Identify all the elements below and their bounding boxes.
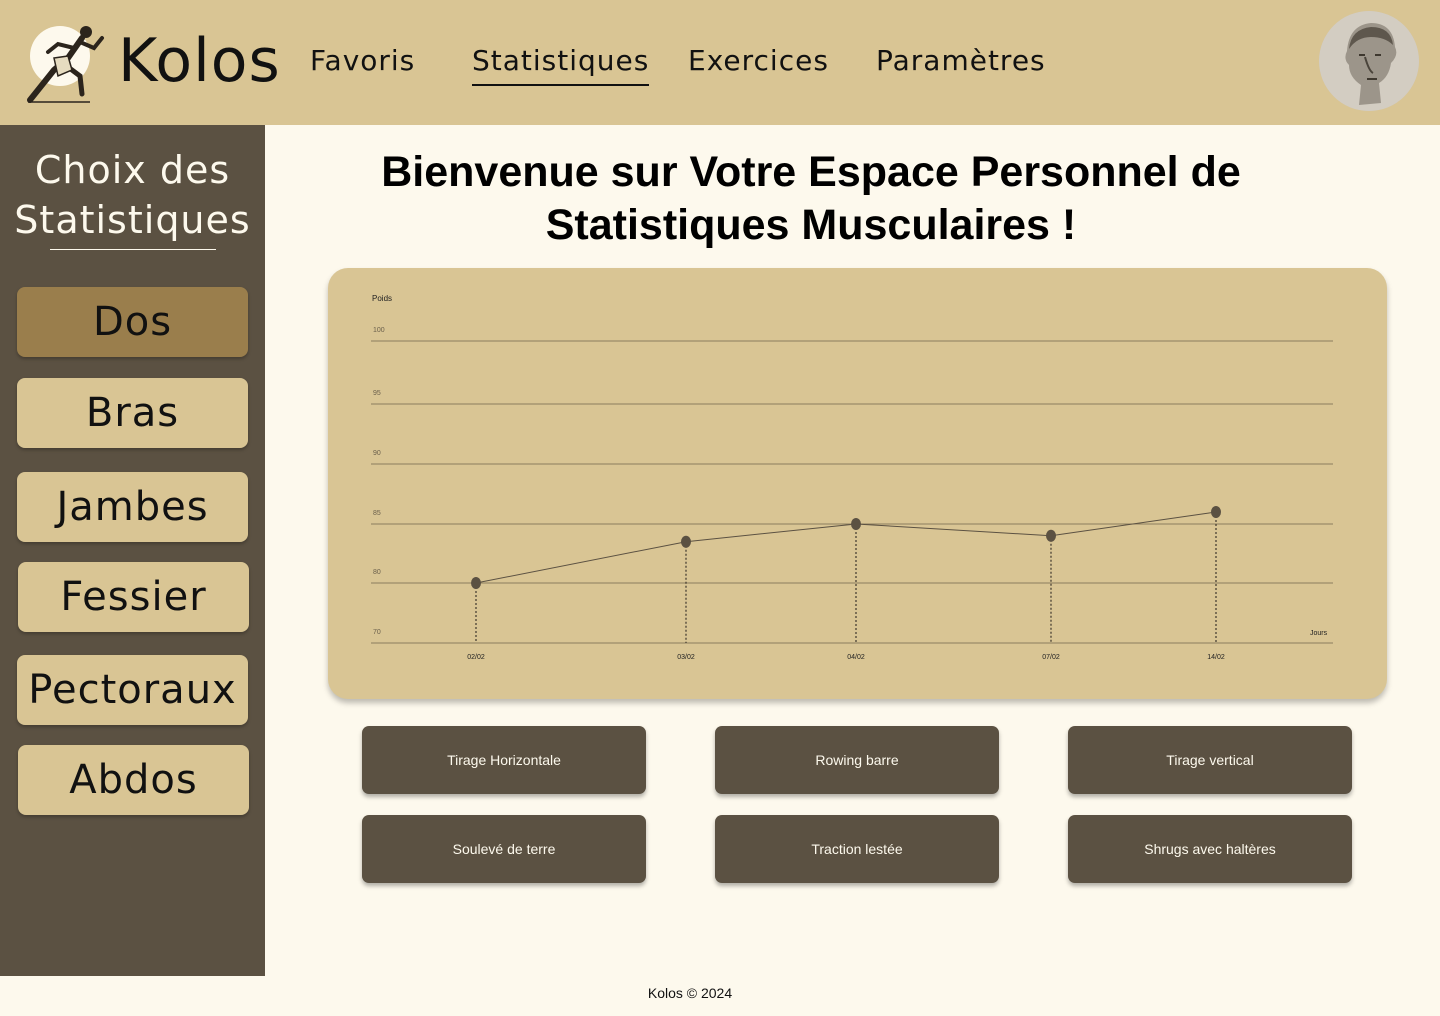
y-tick-label: 100 [373, 327, 385, 334]
exercise-button[interactable]: Soulevé de terre [362, 815, 646, 883]
nav-statistiques[interactable]: Statistiques [472, 42, 650, 86]
footer-copyright: Kolos © 2024 [647, 985, 733, 1001]
page-title-line2: Statistiques Musculaires ! [545, 201, 1077, 249]
y-axis-label: Poids [372, 294, 392, 303]
sidebar-title-line2: Statistiques [14, 198, 251, 242]
user-avatar[interactable] [1319, 11, 1419, 111]
sidebar-title: Choix des Statistiques [0, 145, 265, 245]
page-title-line1: Bienvenue sur Votre Espace Personnel de [381, 148, 1241, 196]
weight-line-chart: Poids 70 80 85 90 95 100 Jours 02/02 03/02 04/02 07… [371, 294, 1333, 661]
sidebar-title-line1: Choix des [34, 148, 231, 192]
y-tick-label: 70 [373, 629, 381, 636]
data-point [1046, 529, 1056, 542]
stats-sidebar: Choix des Statistiques Dos Bras Jambes F… [0, 125, 265, 976]
x-axis-label: Jours [1310, 630, 1328, 637]
exercise-button[interactable]: Traction lestée [715, 815, 999, 883]
x-tick-label: 14/02 [1207, 654, 1225, 661]
category-abdos-button[interactable]: Abdos [18, 745, 249, 815]
nav-parametres[interactable]: Paramètres [876, 42, 1046, 80]
exercise-button[interactable]: Rowing barre [715, 726, 999, 794]
data-point [1211, 506, 1221, 518]
exercise-button[interactable]: Shrugs avec haltères [1068, 815, 1352, 883]
statue-head-icon [1319, 11, 1419, 111]
series-line [475, 511, 1217, 584]
top-header: Kolos Favoris Statistiques Exercices Par… [0, 0, 1440, 125]
nav-favoris[interactable]: Favoris [310, 42, 415, 80]
category-jambes-button[interactable]: Jambes [17, 472, 248, 542]
data-point [681, 535, 691, 548]
x-tick-label: 04/02 [847, 654, 865, 661]
sidebar-title-divider [50, 249, 216, 250]
category-fessier-button[interactable]: Fessier [18, 562, 249, 632]
x-tick-label: 03/02 [677, 654, 695, 661]
category-pectoraux-button[interactable]: Pectoraux [17, 655, 248, 725]
page-title: Bienvenue sur Votre Espace Personnel de … [300, 146, 1322, 252]
x-tick-label: 02/02 [467, 654, 485, 661]
runner-logo-icon [27, 26, 104, 103]
nav-exercices[interactable]: Exercices [688, 42, 829, 80]
y-tick-label: 90 [373, 450, 381, 457]
weight-chart-card: Poids 70 80 85 90 95 100 Jours 02/02 03/02 04/02 07… [328, 268, 1387, 699]
x-tick-label: 07/02 [1042, 654, 1060, 661]
y-tick-label: 95 [373, 390, 381, 397]
brand-name[interactable]: Kolos [118, 26, 281, 96]
category-dos-button[interactable]: Dos [17, 287, 248, 357]
category-bras-button[interactable]: Bras [17, 378, 248, 448]
exercise-button[interactable]: Tirage vertical [1068, 726, 1352, 794]
y-tick-label: 80 [373, 569, 381, 576]
exercise-button[interactable]: Tirage Horizontale [362, 726, 646, 794]
data-point [471, 577, 481, 589]
data-point [851, 518, 861, 530]
y-tick-label: 85 [373, 510, 381, 517]
